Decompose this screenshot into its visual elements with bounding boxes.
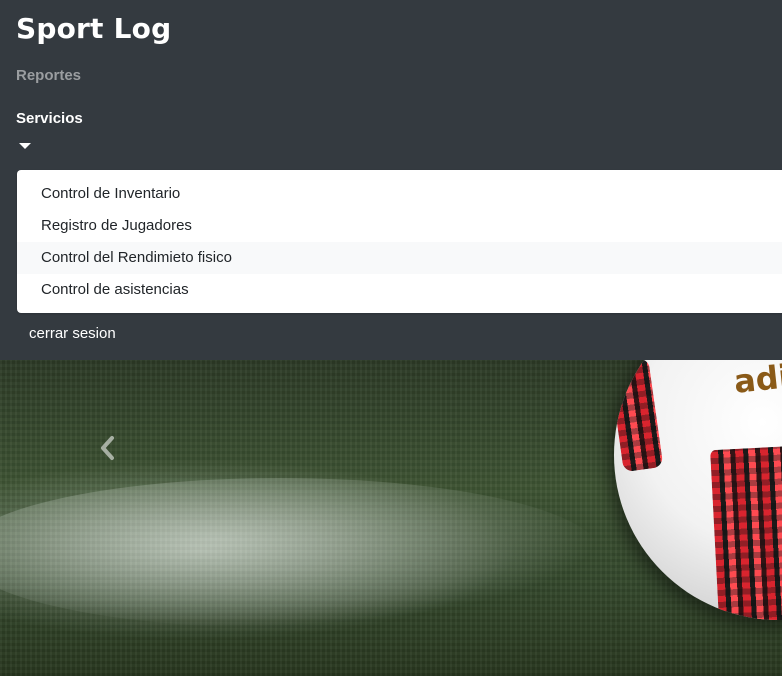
navbar: Sport Log Reportes Servicios Control de … xyxy=(0,0,782,360)
logout-link[interactable]: cerrar sesion xyxy=(29,325,116,342)
nav-link-servicios[interactable]: Servicios xyxy=(16,110,83,127)
ball-panel-right xyxy=(710,446,782,620)
nav-link-reportes[interactable]: Reportes xyxy=(16,67,81,84)
chevron-left-icon[interactable] xyxy=(96,432,120,464)
ball-panel-left xyxy=(614,360,664,473)
brand-title[interactable]: Sport Log xyxy=(16,12,171,45)
dropdown-item-registro-jugadores[interactable]: Registro de Jugadores xyxy=(17,210,782,242)
dropdown-item-control-inventario[interactable]: Control de Inventario xyxy=(17,178,782,210)
dropdown-item-control-asistencias[interactable]: Control de asistencias xyxy=(17,274,782,306)
services-dropdown-menu: Control de Inventario Registro de Jugado… xyxy=(17,170,782,313)
caret-down-icon[interactable] xyxy=(18,140,32,152)
hero-carousel: adi xyxy=(0,360,782,676)
ball-brand-text: adi xyxy=(732,360,782,401)
dropdown-item-control-rendimiento[interactable]: Control del Rendimieto fisico xyxy=(17,242,782,274)
